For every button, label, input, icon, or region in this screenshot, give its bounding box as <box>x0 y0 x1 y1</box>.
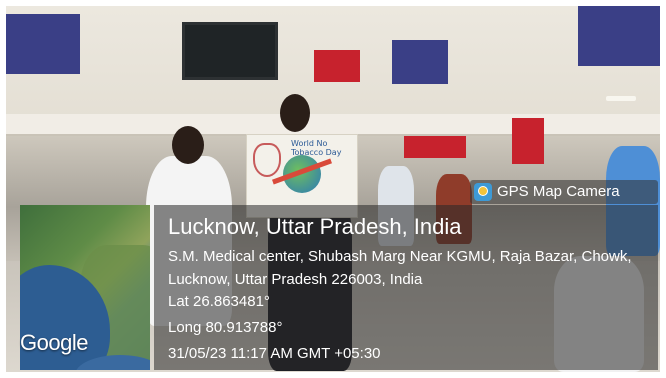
poster-text: World No Tobacco Day <box>291 139 342 157</box>
location-info-panel: Lucknow, Uttar Pradesh, India S.M. Medic… <box>154 205 658 370</box>
ceiling-light <box>606 96 636 101</box>
timestamp-text: 31/05/23 11:17 AM GMT +05:30 <box>168 345 381 362</box>
lungs-drawing <box>253 143 281 177</box>
person-head <box>172 126 204 164</box>
google-logo: Google <box>20 330 88 355</box>
hindi-signboard-center <box>392 40 448 84</box>
wall-television <box>182 22 278 80</box>
longitude-text: Long 80.913788° <box>168 319 283 336</box>
hindi-banner-side <box>512 118 544 164</box>
ceiling-beam <box>6 114 660 136</box>
map-pin-icon <box>474 183 492 201</box>
gps-map-camera-badge: GPS Map Camera <box>470 180 658 204</box>
location-title: Lucknow, Uttar Pradesh, India <box>168 214 462 239</box>
person-head <box>280 94 310 132</box>
hindi-banner <box>404 136 466 158</box>
hindi-signboard-right <box>578 6 660 66</box>
app-name: GPS Map Camera <box>497 183 620 200</box>
address-text: S.M. Medical center, Shubash Marg Near K… <box>168 248 632 288</box>
hindi-signboard-red <box>314 50 360 82</box>
latitude-text: Lat 26.863481° <box>168 293 270 310</box>
hindi-signboard-left <box>6 14 80 74</box>
